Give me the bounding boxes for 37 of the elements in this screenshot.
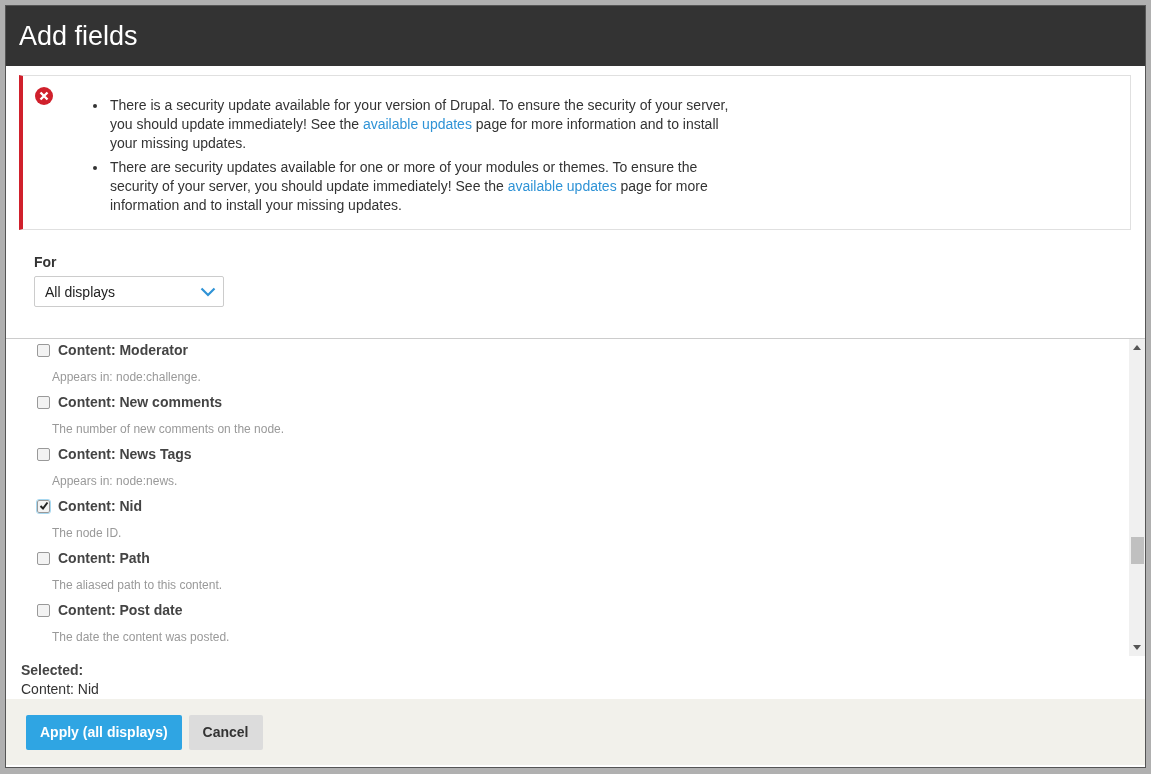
message-text: There is a security update available for your version of Drupal. To ensure the security of your server, you should update immediately! See the available updates page for more information and to install your missing updates. [110, 96, 730, 153]
field-label: Content: New comments [58, 394, 223, 410]
field-description: The aliased path to this content. [51, 577, 223, 592]
field-description: The date the content was posted. [51, 629, 230, 644]
field-label: Content: Path [58, 550, 150, 566]
checkbox[interactable] [37, 447, 50, 461]
checkbox[interactable] [37, 551, 50, 565]
scroll-down-icon[interactable] [1133, 645, 1141, 650]
apply-button[interactable]: Apply (all displays) [26, 714, 182, 750]
field-label: Content: News Tags [58, 446, 192, 462]
field-description: Appears in: node:challenge. [51, 369, 201, 384]
field-label: Content: Nid [58, 498, 142, 514]
dialog-title: Add fields [19, 20, 138, 52]
checkbox[interactable] [37, 343, 50, 357]
selected-heading: Selected: [21, 662, 85, 678]
cancel-button[interactable]: Cancel [188, 714, 263, 750]
display-select[interactable]: All displays [34, 276, 224, 307]
for-label: For [34, 254, 58, 270]
checkbox[interactable] [37, 395, 50, 409]
field-description: The number of new comments on the node. [51, 421, 285, 436]
scroll-up-icon[interactable] [1133, 345, 1141, 350]
chevron-down-icon [200, 286, 216, 297]
scrollbar[interactable] [1129, 339, 1145, 656]
field-description: Appears in: node:news. [51, 473, 178, 488]
selected-item: Content: Nid [21, 681, 100, 697]
field-label: Content: Post date [58, 602, 183, 618]
available-updates-link[interactable]: available updates [507, 178, 617, 194]
message-text: There are security updates available for one or more of your modules or themes. To ensure the security of your server, you should update immediately! See the available updates page for more information and to install your missing updates. [110, 158, 709, 215]
error-icon [35, 87, 53, 105]
available-updates-link[interactable]: available updates [362, 116, 472, 132]
field-description: The node ID. [51, 525, 122, 540]
field-label: Content: Moderator [58, 342, 188, 358]
scrollbar-thumb[interactable] [1131, 537, 1144, 564]
bullet-icon [93, 166, 97, 170]
checkbox[interactable] [37, 499, 50, 513]
checkbox[interactable] [37, 603, 50, 617]
bullet-icon [93, 104, 97, 108]
